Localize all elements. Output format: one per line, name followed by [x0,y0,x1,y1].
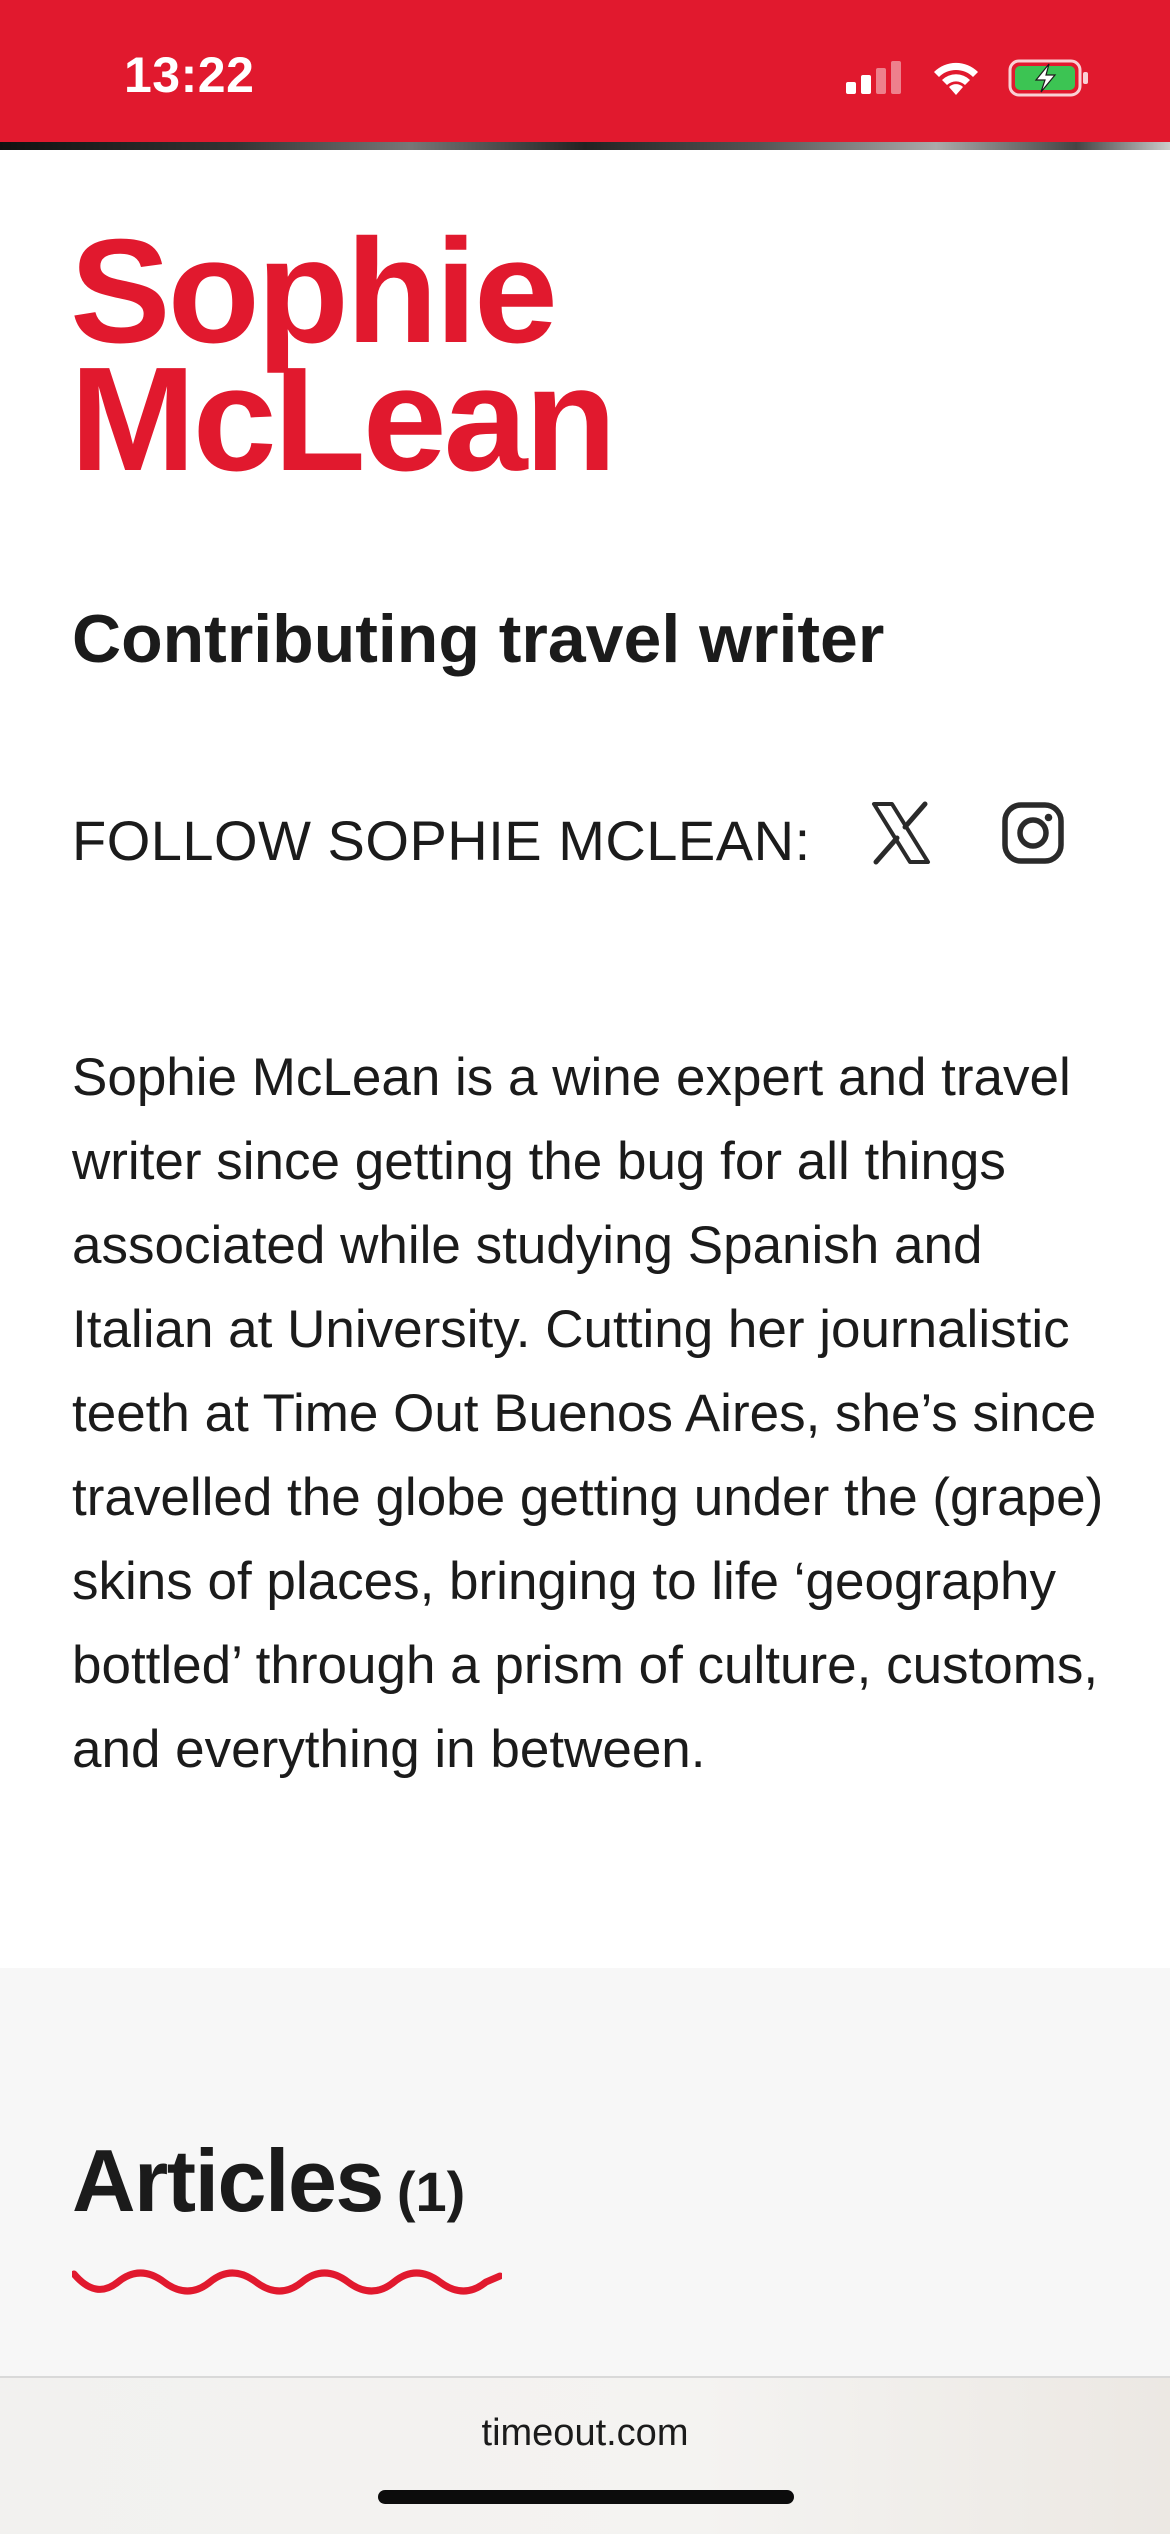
wifi-icon [934,62,978,95]
follow-row: FOLLOW SOPHIE MCLEAN: [72,800,1100,880]
home-indicator[interactable] [378,2490,794,2504]
articles-section: Articles (1) [0,1968,1170,2378]
browser-address-bar[interactable]: timeout.com [0,2376,1170,2534]
articles-title: Articles [72,2131,384,2230]
author-bio: Sophie McLean is a wine expert and trave… [72,1048,1104,1779]
follow-label: FOLLOW SOPHIE MCLEAN: [72,809,811,872]
url-text[interactable]: timeout.com [0,2412,1170,2455]
instagram-icon[interactable] [1000,800,1066,866]
cellular-signal-icon [846,61,901,94]
author-role: Contributing travel writer [72,601,885,677]
status-icons [844,56,1090,100]
x-twitter-icon[interactable] [868,800,934,866]
author-name: Sophie McLean [70,218,617,502]
battery-charging-icon [1008,59,1088,97]
status-time: 13:22 [124,47,255,103]
articles-count: (1) [396,2160,466,2223]
author-last-name: McLean [70,337,617,502]
status-bar: 13:22 [0,0,1170,142]
hero-image-strip [0,142,1170,150]
articles-heading: Articles (1) [72,2130,465,2232]
squiggle-underline [72,2269,502,2295]
